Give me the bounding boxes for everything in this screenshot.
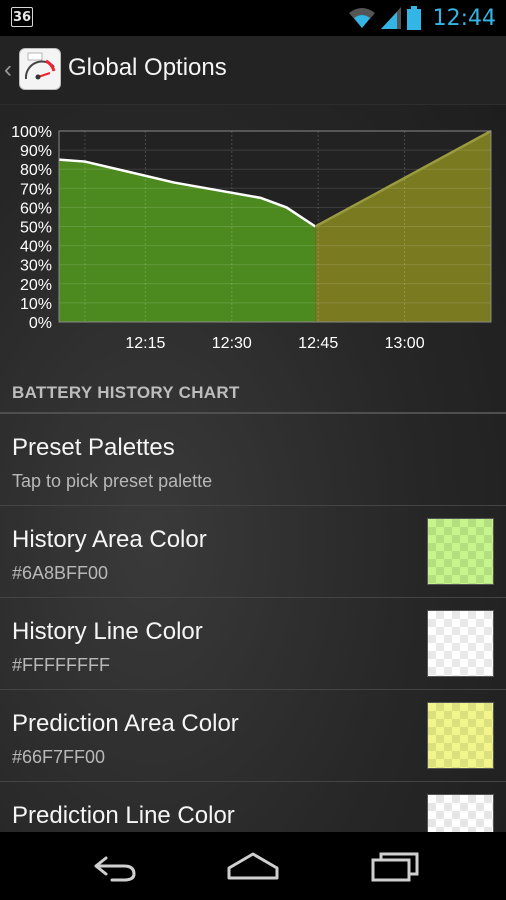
y-tick-label: 70% <box>20 181 52 198</box>
pref-history-area-color[interactable]: History Area Color #6A8BFF00 <box>0 506 506 598</box>
recent-apps-button[interactable] <box>365 846 425 886</box>
pref-history-line-color[interactable]: History Line Color #FFFFFFFF <box>0 598 506 690</box>
y-tick-label: 10% <box>20 296 52 313</box>
y-tick-label: 40% <box>20 239 52 256</box>
back-chevron-icon: ‹ <box>4 56 12 83</box>
pref-title: History Area Color <box>12 526 207 553</box>
page-title: Global Options <box>68 54 227 81</box>
pref-summary: #FFFFFFFF <box>12 655 110 675</box>
clock: 12:44 <box>432 5 496 31</box>
up-navigation[interactable]: ‹ <box>0 36 64 104</box>
x-tick-label: 13:00 <box>385 335 425 352</box>
y-tick-label: 80% <box>20 162 52 179</box>
home-icon <box>227 852 279 880</box>
y-tick-label: 90% <box>20 143 52 160</box>
battery-history-chart: 100% 90% 80% 70% 60% 50% 40% 30% 20% 10% 0% 12:15 12… <box>0 116 506 356</box>
section-header: BATTERY HISTORY CHART <box>12 383 240 402</box>
x-tick-label: 12:30 <box>212 335 252 352</box>
x-tick-label: 12:15 <box>125 335 165 352</box>
home-button[interactable] <box>223 846 283 886</box>
pref-title: Preset Palettes <box>12 434 175 461</box>
action-bar: ‹ Global Options <box>0 36 506 105</box>
battery-icon <box>406 6 421 30</box>
y-tick-label: 60% <box>20 200 52 217</box>
back-button[interactable] <box>82 846 142 886</box>
pref-title: Prediction Line Color <box>12 802 235 829</box>
notification-badge: 36 <box>11 7 33 27</box>
y-tick-label: 50% <box>20 220 52 237</box>
navigation-bar <box>0 832 506 900</box>
status-bar: 36 12:44 <box>0 0 506 36</box>
pref-preset-palettes[interactable]: Preset Palettes Tap to pick preset palet… <box>0 414 506 506</box>
y-tick-label: 20% <box>20 277 52 294</box>
color-swatch <box>427 610 494 677</box>
y-tick-label: 100% <box>11 124 52 141</box>
pref-prediction-area-color[interactable]: Prediction Area Color #66F7FF00 <box>0 690 506 782</box>
x-tick-label: 12:45 <box>298 335 338 352</box>
pref-summary: #6A8BFF00 <box>12 563 109 583</box>
status-icons: 12:44 <box>348 0 496 36</box>
pref-title: Prediction Area Color <box>12 710 239 737</box>
wifi-icon <box>348 8 375 28</box>
color-swatch <box>427 518 494 585</box>
pref-summary: #66F7FF00 <box>12 747 106 767</box>
pref-summary: Tap to pick preset palette <box>12 471 213 491</box>
cell-signal-icon <box>380 7 401 29</box>
back-icon <box>94 856 136 882</box>
pref-title: History Line Color <box>12 618 203 645</box>
y-tick-label: 30% <box>20 258 52 275</box>
color-swatch <box>427 702 494 769</box>
y-tick-label: 0% <box>29 315 52 332</box>
recent-apps-icon <box>371 852 419 882</box>
gauge-app-icon <box>19 48 61 90</box>
chart-svg: 100% 90% 80% 70% 60% 50% 40% 30% 20% 10% 0% 12:15 12… <box>11 124 492 352</box>
